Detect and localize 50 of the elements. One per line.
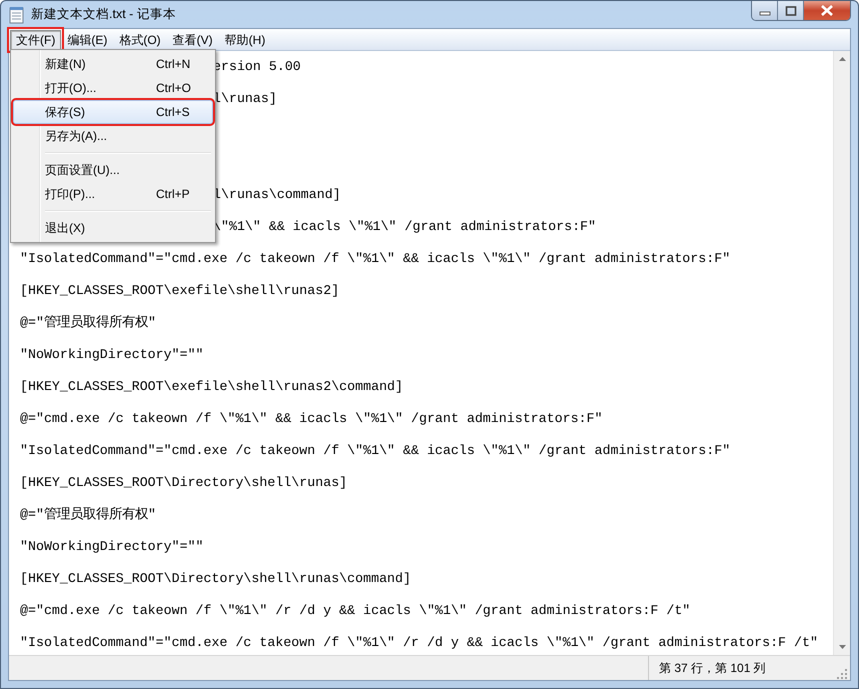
cursor-position: 第 37 行，第 101 列 (658, 660, 767, 676)
shortcut-label: Ctrl+O (156, 81, 192, 95)
menu-label: 另存为(A)... (45, 128, 108, 144)
menu-item[interactable]: 编辑(E) (61, 30, 114, 50)
menu-item[interactable]: 查看(V) (166, 30, 219, 50)
code-line: "IsolatedCommand"="cmd.exe /c takeown /f \"%1\" && icacls \"%1\" /grant administrators:F" (20, 251, 730, 266)
menu-label: 退出(X) (45, 220, 86, 236)
window-title: 新建文本文档.txt - 记事本 (31, 6, 176, 23)
menu-item[interactable]: 页面设置(U)... (13, 158, 213, 182)
close-button[interactable] (804, 1, 850, 20)
code-line: @="管理员取得所有权" (20, 315, 156, 330)
menu-item[interactable]: 打印(P)... Ctrl+P (13, 182, 213, 206)
code-line: "NoWorkingDirectory"="" (20, 347, 204, 362)
menu-item[interactable]: 格式(O) (113, 30, 167, 50)
menu-item[interactable]: 新建(N) Ctrl+N (13, 52, 213, 76)
menu-item[interactable]: 退出(X) (13, 216, 213, 240)
menu-item[interactable]: 保存(S) Ctrl+S (13, 100, 213, 124)
menu-item[interactable]: 另存为(A)... (13, 124, 213, 148)
code-line: [HKEY_CLASSES_ROOT\Directory\shell\runas] (20, 475, 348, 490)
menu-item[interactable]: 帮助(H) (218, 30, 272, 50)
code-line: @="cmd.exe /c takeown /f \"%1\" && icacls \"%1\" /grant administrators:F" (20, 411, 602, 426)
scroll-up-icon[interactable] (838, 57, 846, 61)
code-line: [HKEY_CLASSES_ROOT\Directory\shell\runas\command] (20, 571, 411, 586)
shortcut-label: Ctrl+S (156, 105, 191, 119)
resize-grip-icon[interactable] (836, 668, 848, 680)
code-line: l\runas] (213, 91, 277, 106)
shortcut-label: Ctrl+P (156, 187, 191, 201)
menu-label: 页面设置(U)... (45, 162, 121, 178)
code-line: \"%1\" && icacls \"%1\" /grant administrators:F" (213, 219, 596, 234)
minimize-button[interactable] (752, 1, 778, 20)
scroll-down-icon[interactable] (838, 645, 846, 649)
code-line: l\runas\command] (213, 187, 341, 202)
maximize-icon (784, 6, 796, 16)
menu-label: 保存(S) (45, 104, 86, 120)
notepad-icon (9, 6, 25, 24)
close-icon (820, 5, 834, 16)
menu-item[interactable]: 打开(O)... Ctrl+O (13, 76, 213, 100)
code-line: "NoWorkingDirectory"="" (20, 539, 204, 554)
code-line: @="管理员取得所有权" (20, 507, 156, 522)
shortcut-label: Ctrl+N (156, 57, 192, 71)
menu-label: 打开(O)... (45, 80, 98, 96)
menu-label: 打印(P)... (45, 186, 96, 202)
code-line: "IsolatedCommand"="cmd.exe /c takeown /f \"%1\" && icacls \"%1\" /grant administrators:F" (20, 443, 730, 458)
maximize-button[interactable] (778, 1, 804, 20)
code-line: [HKEY_CLASSES_ROOT\exefile\shell\runas2\command] (20, 379, 404, 394)
code-line: "IsolatedCommand"="cmd.exe /c takeown /f \"%1\" /r /d y && icacls \"%1\" /grant administrators:F /t" (20, 635, 818, 650)
vertical-scrollbar[interactable] (833, 51, 850, 655)
code-line: @="cmd.exe /c takeown /f \"%1\" /r /d y && icacls \"%1\" /grant administrators:F /t" (20, 603, 690, 618)
code-line: [HKEY_CLASSES_ROOT\exefile\shell\runas2] (20, 283, 340, 298)
menu-label: 新建(N) (45, 56, 87, 72)
